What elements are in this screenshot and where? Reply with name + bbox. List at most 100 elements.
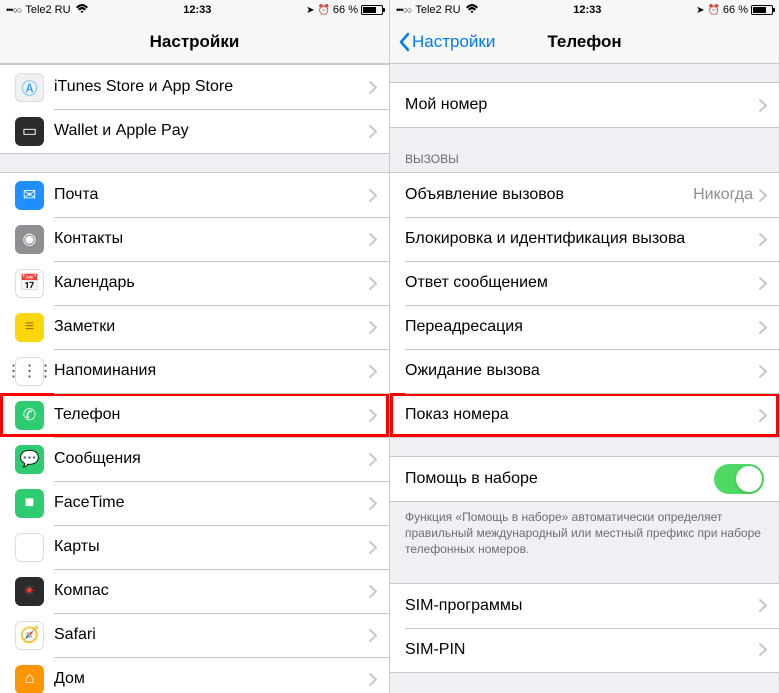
chevron-icon <box>759 365 767 378</box>
app-icon: ✴ <box>15 577 44 606</box>
phone-settings-list[interactable]: Мой номер ВЫЗОВЫ Объявление вызововНиког… <box>390 64 779 693</box>
row-label: Почта <box>54 186 369 204</box>
chevron-icon <box>759 409 767 422</box>
clock: 12:33 <box>573 4 601 16</box>
settings-row[interactable]: 🗺 Карты <box>0 525 389 569</box>
settings-row[interactable]: ⌂ Дом <box>0 657 389 693</box>
chevron-icon <box>369 189 377 202</box>
settings-row[interactable]: Блокировка и идентификация вызова <box>390 217 779 261</box>
settings-row[interactable]: ▭Wallet и Apple Pay <box>0 109 389 153</box>
location-icon: ➤ <box>306 5 314 16</box>
chevron-icon <box>759 599 767 612</box>
nav-bar: Настройки <box>0 20 389 64</box>
chevron-icon <box>759 233 767 246</box>
chevron-icon <box>369 277 377 290</box>
app-icon: 🧭 <box>15 621 44 650</box>
my-number-label: Мой номер <box>405 96 759 114</box>
row-label: Блокировка и идентификация вызова <box>405 230 759 248</box>
back-button[interactable]: Настройки <box>398 32 495 52</box>
settings-row[interactable]: SIM-PIN <box>390 628 779 672</box>
carrier-label: Tele2 RU <box>25 4 70 16</box>
settings-row[interactable]: 💬 Сообщения <box>0 437 389 481</box>
battery-icon <box>751 5 773 15</box>
carrier-label: Tele2 RU <box>415 4 460 16</box>
status-bar: •••○○ Tele2 RU 12:33 ➤ ⏰ 66 % <box>0 0 389 20</box>
settings-row[interactable]: ≡Заметки <box>0 305 389 349</box>
chevron-icon <box>759 321 767 334</box>
app-icon: ≡ <box>15 313 44 342</box>
row-label: Календарь <box>54 274 369 292</box>
battery-pct: 66 % <box>333 4 358 16</box>
dial-assist-label: Помощь в наборе <box>405 470 714 488</box>
chevron-icon <box>369 629 377 642</box>
app-icon: Ⓐ <box>15 73 44 102</box>
settings-row[interactable]: Ответ сообщением <box>390 261 779 305</box>
battery-icon <box>361 5 383 15</box>
settings-row[interactable]: ✆ Телефон <box>0 393 389 437</box>
settings-row[interactable]: Объявление вызововНикогда <box>390 173 779 217</box>
row-label: SIM-PIN <box>405 641 759 659</box>
app-icon: ◉ <box>15 225 44 254</box>
chevron-icon <box>369 125 377 138</box>
chevron-icon <box>369 497 377 510</box>
row-label: Переадресация <box>405 318 759 336</box>
app-icon: 💬 <box>15 445 44 474</box>
settings-row[interactable]: ⒶiTunes Store и App Store <box>0 65 389 109</box>
chevron-icon <box>369 673 377 686</box>
row-label: Телефон <box>54 406 369 424</box>
settings-row[interactable]: SIM-программы <box>390 584 779 628</box>
settings-row[interactable]: 🧭 Safari <box>0 613 389 657</box>
signal-dots: •••○○ <box>396 5 411 15</box>
row-label: Контакты <box>54 230 369 248</box>
status-bar: •••○○ Tele2 RU 12:33 ➤ ⏰ 66 % <box>390 0 779 20</box>
app-icon: ■ <box>15 489 44 518</box>
nav-bar: Настройки Телефон <box>390 20 779 64</box>
chevron-icon <box>759 99 767 112</box>
settings-list[interactable]: ⒶiTunes Store и App Store▭Wallet и Apple… <box>0 64 389 693</box>
signal-dots: •••○○ <box>6 5 21 15</box>
chevron-icon <box>759 189 767 202</box>
chevron-icon <box>759 643 767 656</box>
row-label: Ожидание вызова <box>405 362 759 380</box>
chevron-icon <box>369 585 377 598</box>
row-label: Safari <box>54 626 369 644</box>
row-label: Объявление вызовов <box>405 186 693 204</box>
page-title: Настройки <box>150 32 240 52</box>
settings-row[interactable]: ⋮⋮⋮Напоминания <box>0 349 389 393</box>
chevron-icon <box>369 541 377 554</box>
settings-row[interactable]: 📅 Календарь <box>0 261 389 305</box>
app-icon: 📅 <box>15 269 44 298</box>
chevron-icon <box>369 321 377 334</box>
row-label: iTunes Store и App Store <box>54 78 369 96</box>
row-label: Показ номера <box>405 406 759 424</box>
settings-row[interactable]: Переадресация <box>390 305 779 349</box>
settings-row[interactable]: ■FaceTime <box>0 481 389 525</box>
battery-pct: 66 % <box>723 4 748 16</box>
settings-row[interactable]: Показ номера <box>390 393 779 437</box>
settings-row[interactable]: ◉ Контакты <box>0 217 389 261</box>
app-icon: 🗺 <box>15 533 44 562</box>
wifi-icon <box>465 4 479 17</box>
settings-row[interactable]: Ожидание вызова <box>390 349 779 393</box>
settings-screen: •••○○ Tele2 RU 12:33 ➤ ⏰ 66 % Настройки … <box>0 0 390 693</box>
clock: 12:33 <box>183 4 211 16</box>
row-my-number[interactable]: Мой номер <box>390 83 779 127</box>
settings-row[interactable]: ✉Почта <box>0 173 389 217</box>
app-icon: ⌂ <box>15 665 44 693</box>
phone-settings-screen: •••○○ Tele2 RU 12:33 ➤ ⏰ 66 % Настройки … <box>390 0 780 693</box>
wifi-icon <box>75 4 89 17</box>
dial-assist-toggle[interactable] <box>714 464 764 494</box>
row-value: Никогда <box>693 186 753 204</box>
chevron-icon <box>369 365 377 378</box>
row-label: Напоминания <box>54 362 369 380</box>
row-label: Карты <box>54 538 369 556</box>
row-dial-assist[interactable]: Помощь в наборе <box>390 457 779 501</box>
row-label: Сообщения <box>54 450 369 468</box>
chevron-icon <box>369 453 377 466</box>
row-label: Дом <box>54 670 369 688</box>
settings-row[interactable]: ✴ Компас <box>0 569 389 613</box>
alarm-icon: ⏰ <box>317 5 329 16</box>
row-label: Компас <box>54 582 369 600</box>
app-icon: ✆ <box>15 401 44 430</box>
alarm-icon: ⏰ <box>707 5 719 16</box>
